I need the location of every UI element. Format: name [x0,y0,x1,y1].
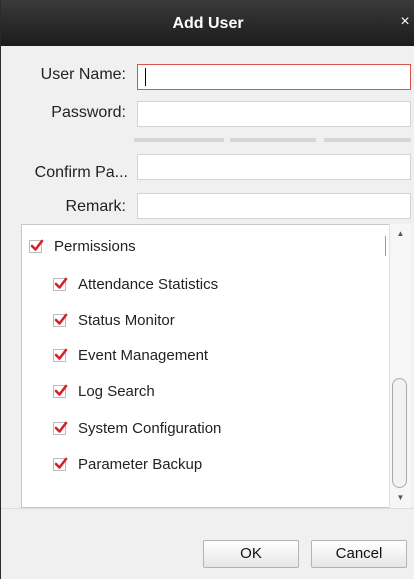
ok-button[interactable]: OK [203,540,299,568]
group-row-edge [385,236,386,256]
permission-checkbox[interactable] [53,457,68,471]
remark-label: Remark: [65,198,126,215]
permission-label: Status Monitor [78,311,175,329]
password-label: Password: [51,104,126,121]
permission-item[interactable]: Attendance Statistics [53,273,218,295]
permissions-group-row[interactable]: Permissions [29,235,136,257]
checkmark-icon [54,313,68,325]
permission-label: System Configuration [78,419,222,437]
scroll-thumb[interactable] [392,378,407,488]
confirm-password-label: Confirm Pa... [34,164,128,181]
password-strength-segment-strong [324,138,411,142]
username-field[interactable] [137,64,411,90]
permission-checkbox[interactable] [53,421,68,435]
title-bar[interactable]: Add User × [1,0,414,46]
footer-divider [1,508,414,509]
scroll-down-arrow-icon[interactable]: ▼ [390,490,411,506]
permission-item[interactable]: Parameter Backup [53,453,202,475]
username-label: User Name: [40,66,126,83]
permission-label: Parameter Backup [78,455,203,473]
checkmark-icon [54,277,68,289]
checkmark-icon [54,384,68,396]
checkmark-icon [30,239,44,251]
add-user-dialog: Add User × User Name: Password: Confirm … [0,0,414,579]
permission-checkbox[interactable] [53,313,68,327]
confirm-password-field[interactable] [137,154,411,180]
permission-item[interactable]: Log Search [53,380,155,402]
checkmark-icon [54,457,68,469]
permissions-scrollbar[interactable]: ▲ ▼ [389,224,411,508]
password-strength-segment-weak [134,138,224,142]
checkmark-icon [54,348,68,360]
permission-checkbox[interactable] [53,348,68,362]
checkmark-icon [54,421,68,433]
permission-checkbox[interactable] [53,384,68,398]
remark-field[interactable] [137,193,411,219]
permission-checkbox[interactable] [53,277,68,291]
permission-label: Event Management [78,346,209,364]
permission-item[interactable]: Event Management [53,344,208,366]
dialog-title: Add User [172,15,244,32]
permission-item[interactable]: Status Monitor [53,309,175,331]
scroll-up-arrow-icon[interactable]: ▲ [390,226,411,242]
permission-label: Log Search [78,382,155,400]
cancel-button[interactable]: Cancel [311,540,407,568]
password-strength-segment-medium [230,138,316,142]
permissions-group-label: Permissions [54,237,136,255]
permissions-group-checkbox[interactable] [29,239,44,253]
password-field[interactable] [137,101,411,127]
close-icon[interactable]: × [397,10,413,34]
text-caret [145,68,146,86]
permission-label: Attendance Statistics [78,275,219,293]
permission-item[interactable]: System Configuration [53,417,221,439]
